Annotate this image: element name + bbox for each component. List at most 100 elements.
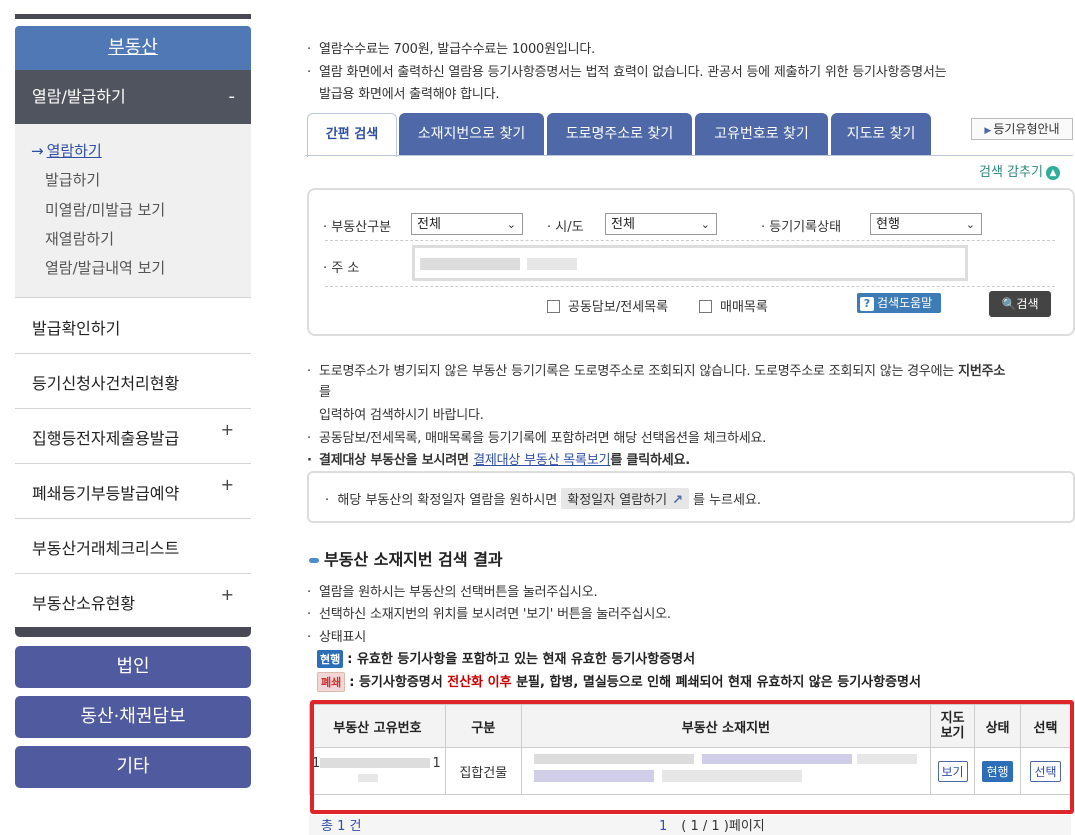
search-help-label: 검색도움말 — [877, 296, 933, 310]
joint-collateral-checkbox[interactable]: 공동담보/전세목록 — [547, 296, 668, 315]
sidebar: 부동산 열람/발급하기 - → 열람하기 발급하기 미열람/미발급 보기 재열람하… — [15, 0, 251, 835]
submenu-item-unviewed[interactable]: 미열람/미발급 보기 — [45, 199, 165, 220]
expand-icon[interactable]: + — [221, 420, 234, 439]
other-button[interactable]: 기타 — [15, 746, 251, 788]
bullet-icon: · — [307, 431, 311, 446]
triangle-right-icon: ▶ — [984, 126, 992, 136]
hide-search-label: 검색 감추기 — [979, 165, 1043, 180]
confirm-date-text: · 해당 부동산의 확정일자 열람을 원하시면 확정일자 열람하기 ↗ 를 누르세요. — [325, 488, 761, 509]
info-text: 도로명주소가 병기되지 않은 부동산 등기기록은 도로명주소로 조회되지 않습니… — [319, 364, 955, 379]
search-form: · 부동산구분 전체 ⌄ · 시/도 전체 ⌄ · 등기기록상태 현행 ⌄ · 주 소… — [307, 188, 1075, 336]
record-status-value: 현행 — [876, 217, 900, 232]
sidebar-item-checklist[interactable]: 부동산거래체크리스트 — [15, 518, 251, 574]
tab-underline — [305, 155, 1073, 156]
results-title-text: 부동산 소재지번 검색 결과 — [324, 550, 503, 569]
sidebar-item-view-issue[interactable]: 열람/발급하기 - — [15, 70, 251, 124]
movable-collateral-button[interactable]: 동산·채권담보 — [15, 696, 251, 738]
address-label-text: 주 소 — [331, 261, 360, 276]
status-label-text: 등기기록상태 — [769, 220, 842, 235]
title-bar-icon — [309, 558, 319, 563]
bullet-icon: · — [307, 42, 311, 57]
chevron-down-icon: ⌄ — [506, 218, 516, 231]
confirm-date-button[interactable]: 확정일자 열람하기 ↗ — [561, 488, 689, 509]
corporation-button[interactable]: 법인 — [15, 646, 251, 688]
highlight-frame — [310, 700, 1074, 814]
collapse-icon[interactable]: - — [229, 70, 236, 124]
chevron-down-icon: ⌄ — [965, 218, 975, 231]
bullet-icon: · — [307, 607, 311, 622]
results-status: · 상태표시 — [307, 626, 366, 645]
sido-label-text: 시/도 — [555, 220, 584, 235]
bullet-icon: · — [307, 453, 312, 468]
legend-text: 분필, 합병, 멸실등으로 인해 폐쇄되어 현재 유효하지 않은 등기사항증명서 — [511, 675, 921, 690]
sido-select[interactable]: 전체 ⌄ — [605, 213, 717, 235]
type-label: · 부동산구분 — [323, 220, 392, 235]
joint-collateral-label: 공동담보/전세목록 — [568, 300, 669, 315]
results-title: 부동산 소재지번 검색 결과 — [309, 546, 503, 570]
info-road: · 도로명주소가 병기되지 않은 부동산 등기기록은 도로명주소로 조회되지 않습… — [307, 360, 1005, 379]
info-text: 열람을 원하시는 부동산의 선택버튼을 눌러주십시오. — [319, 585, 598, 600]
address-input[interactable] — [412, 245, 968, 281]
tab-simple-search[interactable]: 간편 검색 — [307, 113, 397, 157]
sidebar-item-ownership[interactable]: 부동산소유현황 + — [15, 573, 251, 628]
arrow-right-icon: → — [31, 142, 44, 160]
page-number[interactable]: 1 — [659, 819, 667, 834]
property-type-value: 전체 — [417, 217, 441, 232]
sidebar-top-bar — [15, 14, 251, 19]
question-icon: ? — [860, 297, 874, 311]
search-icon: 🔍 — [1001, 297, 1017, 311]
search-help-button[interactable]: ? 검색도움말 — [857, 293, 941, 313]
info-text: 결제대상 부동산을 보시려면 — [319, 453, 474, 468]
submenu-item-view[interactable]: → 열람하기 — [31, 140, 102, 161]
submenu-item-review[interactable]: 재열람하기 — [45, 228, 114, 249]
redacted-text — [527, 258, 577, 270]
hide-search-toggle[interactable]: 검색 감추기 ▲ — [979, 161, 1060, 180]
legend-text: : 유효한 등기사항을 포함하고 있는 현재 유효한 등기사항증명서 — [347, 652, 696, 667]
submenu-item-history[interactable]: 열람/발급내역 보기 — [45, 257, 165, 278]
redacted-text — [420, 258, 520, 270]
info-text: 를 클릭하세요. — [610, 453, 690, 468]
sidebar-item-electronic-submit[interactable]: 집행등전자제출용발급 + — [15, 408, 251, 464]
registry-type-guide-button[interactable]: ▶ 등기유형안내 — [971, 118, 1073, 140]
sidebar-item-label: 집행등전자제출용발급 — [32, 429, 180, 448]
sidebar-title-label[interactable]: 부동산 — [108, 37, 158, 58]
sidebar-bottom-bar — [15, 627, 251, 637]
tab-map[interactable]: 지도로 찾기 — [831, 113, 931, 155]
chevron-down-icon: ⌄ — [700, 218, 710, 231]
legend-red-text: 전산화 이후 — [447, 675, 512, 690]
property-type-select[interactable]: 전체 ⌄ — [411, 213, 523, 235]
checkbox-icon[interactable] — [699, 300, 712, 313]
sidebar-item-label: 등기신청사건처리현황 — [32, 374, 180, 393]
info-pay: · 결제대상 부동산을 보시려면 결제대상 부동산 목록보기를 클릭하세요. — [307, 449, 690, 468]
checkbox-icon[interactable] — [547, 300, 560, 313]
sale-list-checkbox[interactable]: 매매목록 — [699, 296, 768, 315]
search-button-label: 검색 — [1016, 297, 1039, 311]
divider — [325, 286, 1055, 287]
sidebar-item-case-status[interactable]: 등기신청사건처리현황 — [15, 353, 251, 409]
expand-icon[interactable]: + — [221, 475, 234, 494]
submenu-item-label: 열람하기 — [46, 142, 102, 160]
sidebar-title[interactable]: 부동산 — [15, 26, 251, 70]
sido-value: 전체 — [611, 217, 635, 232]
sidebar-item-closed-reserve[interactable]: 폐쇄등기부등발급예약 + — [15, 463, 251, 519]
submenu-item-issue[interactable]: 발급하기 — [45, 169, 100, 190]
bullet-icon: · — [307, 630, 311, 645]
expand-icon[interactable]: + — [221, 585, 234, 604]
notice-fee: · 열람수수료는 700원, 발급수수료는 1000원입니다. — [307, 38, 595, 57]
tab-unique-number[interactable]: 고유번호로 찾기 — [695, 113, 828, 155]
tab-road-address[interactable]: 도로명주소로 찾기 — [547, 113, 692, 155]
tab-lot-number[interactable]: 소재지번으로 찾기 — [399, 113, 544, 155]
notice-print: · 열람 화면에서 출력하신 열람용 등기사항증명서는 법적 효력이 없습니다. … — [307, 61, 947, 80]
sidebar-item-issue-confirm[interactable]: 발급확인하기 — [15, 298, 251, 354]
confirm-date-box: · 해당 부동산의 확정일자 열람을 원하시면 확정일자 열람하기 ↗ 를 누르세요. — [307, 471, 1075, 523]
type-label-text: 부동산구분 — [331, 220, 392, 235]
search-button[interactable]: 🔍검색 — [989, 291, 1051, 317]
bullet-icon: · — [307, 585, 311, 600]
sidebar-item-label: 폐쇄등기부등발급예약 — [32, 484, 180, 503]
confirm-text-post: 를 누르세요. — [692, 493, 762, 508]
sidebar-submenu: → 열람하기 발급하기 미열람/미발급 보기 재열람하기 열람/발급내역 보기 — [15, 124, 251, 298]
bullet-icon: · — [307, 65, 311, 80]
sidebar-item-label: 부동산거래체크리스트 — [32, 539, 180, 558]
payment-list-link[interactable]: 결제대상 부동산 목록보기 — [473, 453, 610, 468]
record-status-select[interactable]: 현행 ⌄ — [870, 213, 982, 235]
